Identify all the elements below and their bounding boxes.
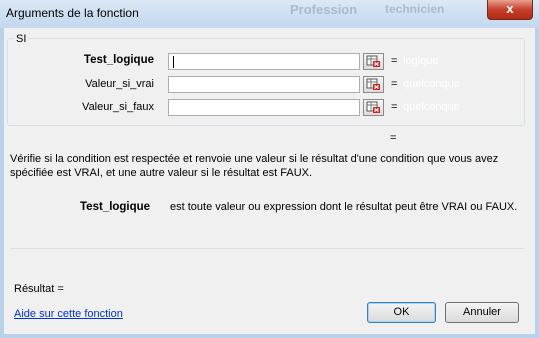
arg-label-valeur-si-vrai: Valeur_si_vrai bbox=[85, 78, 154, 90]
function-name: SI bbox=[14, 33, 29, 45]
divider bbox=[10, 248, 524, 249]
equals-sign: = bbox=[391, 55, 398, 67]
range-select-icon bbox=[366, 78, 380, 90]
arg-help-name: Test_logique bbox=[80, 201, 151, 213]
arg-label-test-logique: Test_logique bbox=[83, 54, 154, 66]
test-logique-input[interactable] bbox=[168, 53, 360, 70]
arg-result-test-logique: logique bbox=[403, 55, 439, 67]
background-text: technicien bbox=[385, 2, 445, 16]
valeur-si-faux-input[interactable] bbox=[168, 99, 360, 116]
equals-sign: = bbox=[391, 78, 398, 90]
arg-help-text: est toute valeur ou expression dont le r… bbox=[170, 201, 518, 213]
background-text: Profession bbox=[290, 2, 358, 17]
function-description: Vérifie si la condition est respectée et… bbox=[10, 153, 499, 179]
range-select-button[interactable] bbox=[363, 99, 384, 116]
text-caret bbox=[173, 56, 174, 68]
arg-result-valeur-si-vrai: quelconque bbox=[403, 78, 460, 90]
result-label: Résultat = bbox=[14, 283, 64, 295]
range-select-button[interactable] bbox=[363, 53, 384, 70]
formula-result: = bbox=[390, 132, 397, 144]
range-select-icon bbox=[366, 55, 380, 67]
arg-label-valeur-si-faux: Valeur_si_faux bbox=[82, 101, 154, 113]
help-link[interactable]: Aide sur cette fonction bbox=[14, 308, 123, 320]
close-button[interactable]: x bbox=[487, 0, 533, 20]
ok-button[interactable]: OK bbox=[367, 302, 436, 323]
arg-result-valeur-si-faux: quelconque bbox=[403, 101, 460, 113]
function-args-group: SI Test_logique = logique Valeur_si_vrai bbox=[7, 33, 525, 126]
equals-sign: = bbox=[391, 101, 398, 113]
range-select-icon bbox=[366, 101, 380, 113]
valeur-si-vrai-input[interactable] bbox=[168, 76, 360, 93]
window-title: Arguments de la fonction bbox=[6, 6, 139, 20]
dialog-body: SI Test_logique = logique Valeur_si_vrai bbox=[4, 28, 535, 334]
title-bar: Arguments de la fonction Profession tech… bbox=[0, 0, 539, 28]
cancel-button[interactable]: Annuler bbox=[445, 302, 519, 323]
range-select-button[interactable] bbox=[363, 76, 384, 93]
